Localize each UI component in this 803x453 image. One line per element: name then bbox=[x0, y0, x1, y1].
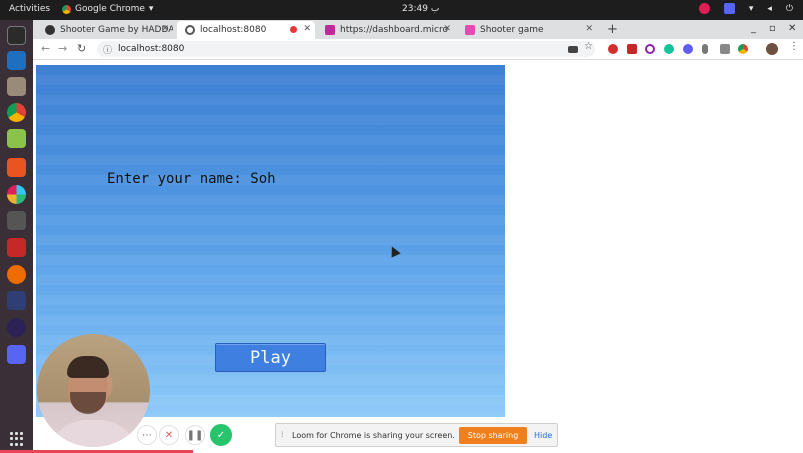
grammarly-extension-icon[interactable] bbox=[664, 44, 674, 54]
tab-dashboard[interactable]: https://dashboard.micro ✕ bbox=[317, 21, 455, 39]
android-icon[interactable] bbox=[7, 129, 26, 148]
webcam-person-shirt bbox=[47, 420, 139, 447]
back-arrow-icon[interactable]: ← bbox=[41, 42, 50, 55]
close-tab-icon[interactable]: ✕ bbox=[303, 24, 311, 34]
finish-recording-icon[interactable]: ✓ bbox=[210, 424, 232, 446]
volume-icon[interactable]: ◂ bbox=[767, 4, 772, 14]
tab-label: https://dashboard.micro bbox=[340, 25, 448, 35]
adblock-extension-icon[interactable] bbox=[608, 44, 618, 54]
more-options-icon[interactable]: ⋯ bbox=[137, 425, 157, 445]
drag-handle-icon[interactable]: ⁞ bbox=[281, 430, 284, 439]
discord-tray-icon[interactable] bbox=[723, 3, 735, 14]
stop-sharing-button[interactable]: Stop sharing bbox=[459, 427, 527, 444]
address-bar[interactable]: ⓘ localhost:8080 bbox=[97, 41, 595, 57]
chrome-dock-icon[interactable] bbox=[7, 103, 26, 122]
new-tab-button[interactable]: + bbox=[607, 22, 618, 37]
menu-kebab-icon[interactable]: ⋮ bbox=[789, 41, 799, 52]
files-icon[interactable] bbox=[7, 77, 26, 96]
software-center-icon[interactable] bbox=[7, 158, 26, 177]
dock bbox=[0, 20, 33, 453]
tab-strip: Shooter Game by HADDA ✕ localhost:8080 ✕… bbox=[33, 20, 803, 39]
desktop: Activities Google Chrome ▾ 23:49 ب ▾ ◂ ⏻ bbox=[0, 0, 803, 453]
code-extension-icon[interactable] bbox=[720, 44, 730, 54]
system-tray[interactable]: ▾ ◂ ⏻ bbox=[698, 3, 793, 14]
chevron-down-icon: ▾ bbox=[148, 4, 154, 14]
dashboard-favicon-icon bbox=[325, 25, 335, 35]
slack-icon[interactable] bbox=[7, 185, 26, 204]
close-tab-icon[interactable]: ✕ bbox=[585, 24, 593, 34]
wifi-icon[interactable]: ▾ bbox=[749, 4, 754, 14]
name-prompt[interactable]: Enter your name: Soh bbox=[107, 171, 276, 187]
block-extension-icon[interactable] bbox=[645, 44, 655, 54]
system-top-bar: Activities Google Chrome ▾ 23:49 ب ▾ ◂ ⏻ bbox=[0, 0, 803, 20]
play-button[interactable]: Play bbox=[215, 343, 326, 372]
discord-icon[interactable] bbox=[7, 345, 26, 364]
profile-avatar[interactable] bbox=[766, 43, 778, 55]
eclipse-icon[interactable] bbox=[7, 318, 26, 337]
loom-extension-icon[interactable] bbox=[683, 44, 693, 54]
address-url: localhost:8080 bbox=[118, 44, 185, 54]
app-menu-label: Google Chrome bbox=[75, 4, 145, 14]
tab-shooter-game[interactable]: Shooter game ✕ bbox=[457, 21, 597, 39]
extension-red-badge-icon[interactable] bbox=[627, 44, 637, 54]
browser-toolbar: ← → ↻ ⓘ localhost:8080 ☆ ⋮ bbox=[33, 39, 803, 60]
activities-button[interactable]: Activities bbox=[9, 4, 50, 14]
tab-label: Shooter game bbox=[480, 25, 544, 35]
tab-label: localhost:8080 bbox=[200, 25, 267, 35]
app-menu[interactable]: Google Chrome ▾ bbox=[62, 4, 153, 14]
tab-label: Shooter Game by HADDA bbox=[60, 25, 173, 35]
cast-icon[interactable] bbox=[568, 46, 578, 53]
recording-indicator-icon bbox=[290, 26, 297, 33]
screen-recorder-icon[interactable] bbox=[7, 238, 26, 257]
restore-window-icon[interactable]: ▫ bbox=[769, 23, 776, 34]
site-info-icon[interactable]: ⓘ bbox=[103, 43, 112, 56]
chrome-extension-icon[interactable] bbox=[738, 44, 748, 54]
settings-icon[interactable] bbox=[7, 265, 26, 284]
power-icon[interactable]: ⏻ bbox=[786, 4, 793, 14]
tab-shooter-game-by-hadda[interactable]: Shooter Game by HADDA ✕ bbox=[37, 21, 173, 39]
github-favicon-icon bbox=[45, 25, 55, 35]
forward-arrow-icon[interactable]: → bbox=[58, 42, 67, 55]
bookmark-star-icon[interactable]: ☆ bbox=[584, 41, 594, 52]
terminal-icon[interactable] bbox=[7, 26, 26, 45]
close-window-icon[interactable]: ✕ bbox=[788, 23, 796, 34]
reload-icon[interactable]: ↻ bbox=[77, 42, 86, 55]
chrome-icon bbox=[62, 4, 71, 14]
mouse-pointer-icon bbox=[387, 244, 401, 258]
microphone-extension-icon[interactable] bbox=[702, 44, 708, 54]
globe-favicon-icon bbox=[185, 25, 195, 35]
pause-recording-icon[interactable]: ❚❚ bbox=[185, 425, 205, 445]
webcam-person-beard bbox=[70, 392, 106, 414]
show-applications-icon[interactable] bbox=[10, 432, 24, 446]
tab-localhost[interactable]: localhost:8080 ✕ bbox=[177, 21, 315, 39]
cancel-recording-icon[interactable]: ✕ bbox=[159, 425, 179, 445]
webcam-bubble[interactable] bbox=[37, 334, 150, 447]
close-tab-icon[interactable]: ✕ bbox=[443, 24, 451, 34]
screen-sharing-bar: ⁞ Loom for Chrome is sharing your screen… bbox=[275, 423, 558, 447]
video-editor-icon[interactable] bbox=[7, 211, 26, 230]
hide-button[interactable]: Hide bbox=[534, 431, 552, 440]
game-favicon-icon bbox=[465, 25, 475, 35]
vscode-icon[interactable] bbox=[7, 51, 26, 70]
minimize-window-icon[interactable]: _ bbox=[751, 23, 756, 34]
close-tab-icon[interactable]: ✕ bbox=[161, 24, 169, 34]
clock[interactable]: 23:49 ب bbox=[402, 4, 439, 14]
webcam-person-hair bbox=[67, 356, 109, 378]
sharing-message: Loom for Chrome is sharing your screen. bbox=[292, 431, 455, 440]
slack-tray-icon[interactable] bbox=[698, 3, 710, 14]
network-tool-icon[interactable] bbox=[7, 291, 26, 310]
